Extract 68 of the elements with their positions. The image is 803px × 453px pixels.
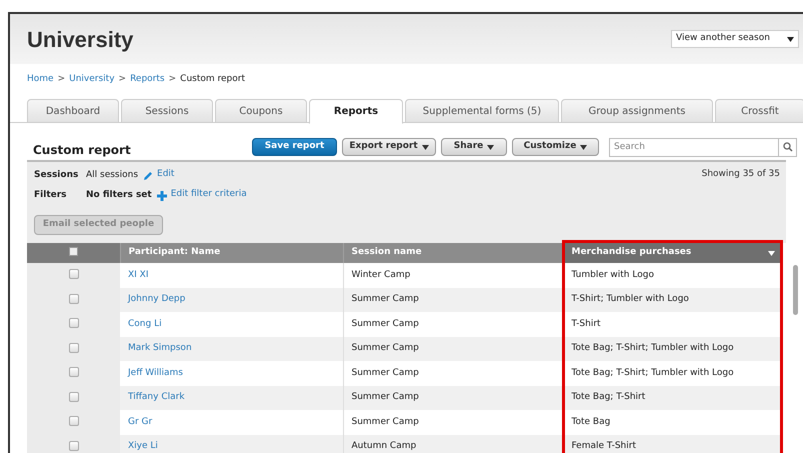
row-checkbox[interactable] xyxy=(68,440,78,451)
participant-link[interactable]: Jeff Williams xyxy=(128,368,183,378)
pencil-icon xyxy=(143,171,154,181)
edit-link[interactable]: Edit xyxy=(157,168,174,182)
row-checkbox[interactable] xyxy=(68,392,78,402)
caret-icon xyxy=(580,144,588,150)
table-cell: Summer Camp xyxy=(343,361,563,386)
row-checkbox[interactable] xyxy=(68,269,78,280)
report-button[interactable]: Save report xyxy=(252,138,337,156)
breadcrumb-current: Custom report xyxy=(180,73,245,86)
participant-link[interactable]: Mark Simpson xyxy=(128,343,192,353)
participant-link[interactable]: Cong Li xyxy=(128,318,162,328)
table-cell: Autumn Camp xyxy=(343,434,563,453)
participant-link[interactable]: Johnny Depp xyxy=(128,294,186,304)
page-title: University xyxy=(27,26,134,54)
filter-value: All sessions xyxy=(86,169,138,182)
table-cell: Tote Bag; T-Shirt xyxy=(563,386,783,410)
breadcrumb-link[interactable]: Reports xyxy=(130,73,165,87)
participant-link[interactable]: XI XI xyxy=(128,270,149,280)
tab[interactable]: Crossfit xyxy=(715,99,803,123)
filter-label: Sessions xyxy=(34,169,80,182)
table-cell: Summer Camp xyxy=(343,336,563,361)
row-checkbox[interactable] xyxy=(68,416,78,426)
table-cell: Female T-Shirt xyxy=(563,434,783,453)
table-cell: Summer Camp xyxy=(343,386,563,410)
select-all-checkbox[interactable] xyxy=(68,247,78,256)
search-field[interactable]: Search xyxy=(609,138,779,156)
filter-label: Filters xyxy=(34,189,68,202)
tab[interactable]: Group assignments xyxy=(561,99,713,123)
table-cell: T-Shirt; Tumbler with Logo xyxy=(563,288,783,312)
tab[interactable]: Coupons xyxy=(215,99,307,123)
participant-link[interactable]: Gr Gr xyxy=(128,416,152,426)
report-button[interactable]: Customize xyxy=(512,138,599,156)
caret-icon xyxy=(422,144,429,150)
breadcrumb-separator: > xyxy=(58,73,66,86)
breadcrumb-link[interactable]: University xyxy=(69,73,115,87)
season-select[interactable]: View another season xyxy=(671,30,799,48)
filter-value: No filters set xyxy=(86,189,152,202)
report-title: Custom report xyxy=(33,142,132,159)
report-button[interactable]: Export report xyxy=(342,138,436,156)
column-header[interactable]: Merchandise purchases xyxy=(563,243,783,263)
row-checkbox[interactable] xyxy=(68,318,78,328)
tab[interactable]: Reports xyxy=(309,99,403,124)
tab[interactable]: Supplemental forms (5) xyxy=(405,99,559,123)
plus-icon xyxy=(156,191,167,201)
table-cell: Summer Camp xyxy=(343,410,563,434)
breadcrumb-link[interactable]: Home xyxy=(27,73,54,87)
row-checkbox[interactable] xyxy=(68,342,78,353)
breadcrumb-separator: > xyxy=(118,73,126,86)
report-button[interactable]: Share xyxy=(441,138,507,156)
scrollbar[interactable] xyxy=(793,265,798,315)
row-checkbox[interactable] xyxy=(68,294,78,304)
tab[interactable]: Dashboard xyxy=(27,99,119,123)
table-cell: Summer Camp xyxy=(343,288,563,312)
table-cell: Tote Bag; T-Shirt; Tumbler with Logo xyxy=(563,336,783,361)
search-icon[interactable] xyxy=(779,138,797,156)
participant-link[interactable]: Tiffany Clark xyxy=(128,392,185,402)
tab[interactable]: Sessions xyxy=(121,99,213,123)
participant-link[interactable]: Xiye Li xyxy=(128,441,158,451)
caret-icon xyxy=(487,144,494,150)
breadcrumb-separator: > xyxy=(168,73,176,86)
table-cell: Summer Camp xyxy=(343,312,563,336)
row-checkbox[interactable] xyxy=(68,367,78,378)
caret-icon xyxy=(768,250,775,256)
caret-icon xyxy=(787,36,794,42)
result-count: Showing 35 of 35 xyxy=(702,168,780,181)
edit-link[interactable]: Edit filter criteria xyxy=(170,188,247,202)
table-cell: Winter Camp xyxy=(343,263,563,288)
